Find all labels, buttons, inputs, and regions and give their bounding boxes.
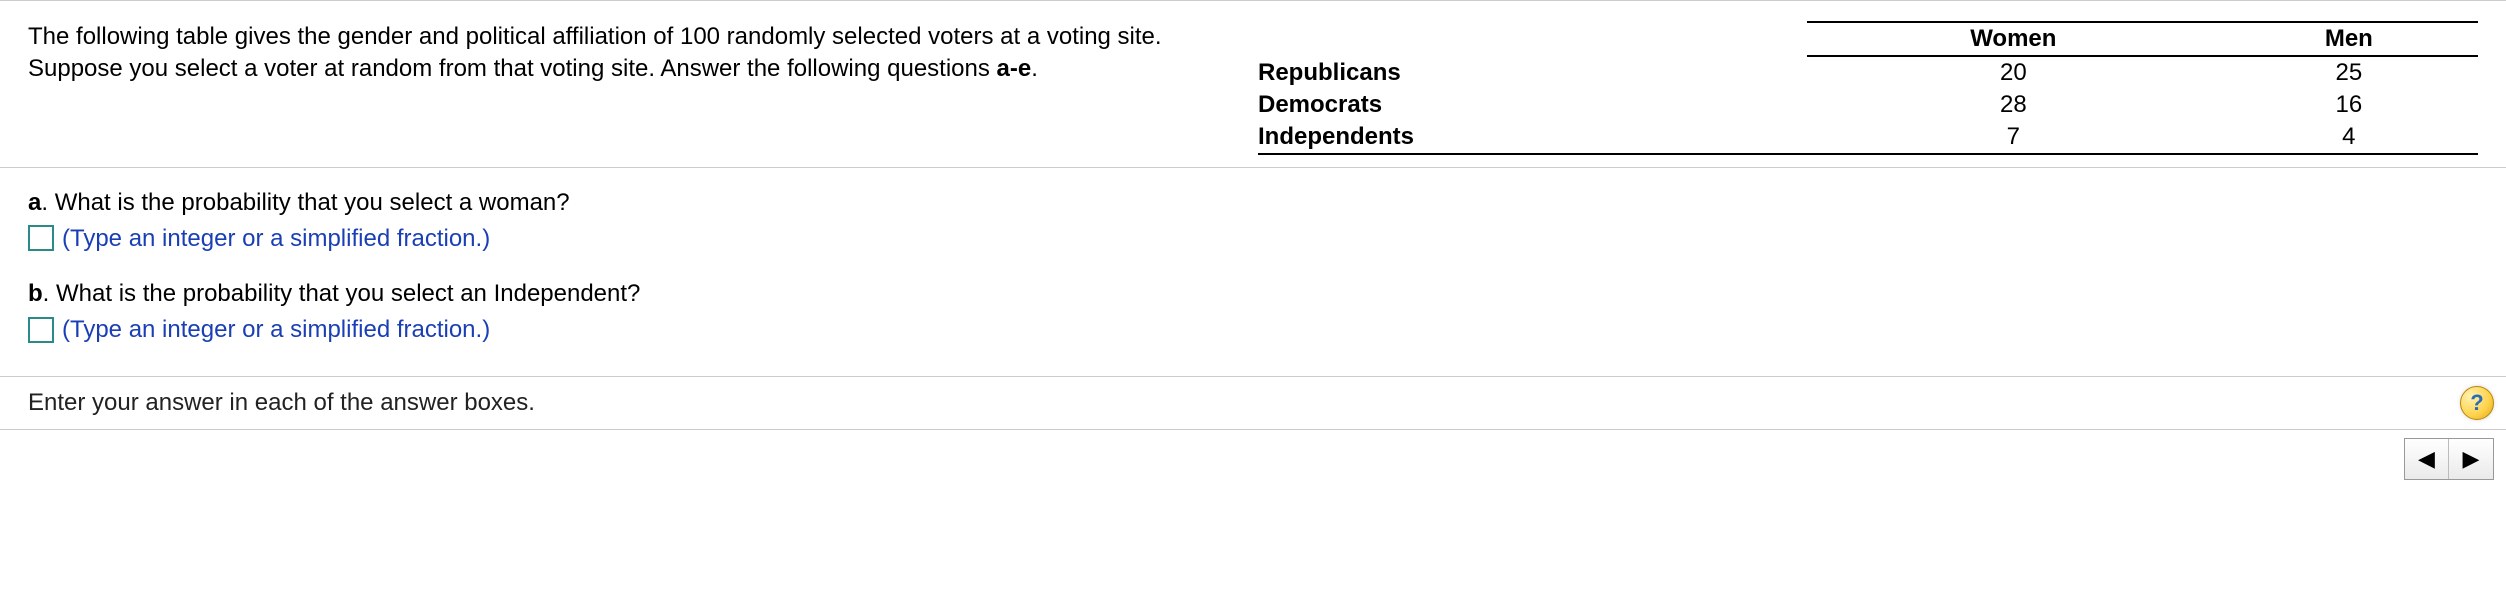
party-label: Republicans (1258, 56, 1807, 89)
table-header-empty (1258, 22, 1807, 56)
table-row: Republicans 20 25 (1258, 56, 2478, 89)
footer-prompt: Enter your answer in each of the answer … (28, 389, 535, 416)
party-label: Democrats (1258, 89, 1807, 121)
answer-input-a[interactable] (28, 225, 54, 251)
question-text: . What is the probability that you selec… (43, 280, 641, 307)
chevron-left-icon: ◀ (2418, 446, 2435, 472)
cell-value: 4 (2220, 121, 2478, 154)
problem-intro-bold: a-e (997, 55, 1032, 82)
table-row: Democrats 28 16 (1258, 89, 2478, 121)
party-label: Independents (1258, 121, 1807, 154)
question-label: b (28, 280, 43, 307)
table-header-men: Men (2220, 22, 2478, 56)
question-b: b. What is the probability that you sele… (28, 277, 2478, 346)
footer-bar: Enter your answer in each of the answer … (0, 376, 2506, 430)
answer-hint: (Type an integer or a simplified fractio… (62, 222, 490, 256)
cell-value: 25 (2220, 56, 2478, 89)
help-icon: ? (2470, 390, 2483, 416)
cell-value: 28 (1807, 89, 2220, 121)
problem-statement-row: The following table gives the gender and… (0, 1, 2506, 168)
cell-value: 20 (1807, 56, 2220, 89)
chevron-right-icon: ▶ (2463, 446, 2480, 472)
nav-row: ◀ ▶ (0, 430, 2506, 480)
problem-text: The following table gives the gender and… (28, 21, 1258, 155)
data-table-container: Women Men Republicans 20 25 Democrats 28… (1258, 21, 2478, 155)
cell-value: 7 (1807, 121, 2220, 154)
nav-box: ◀ ▶ (2404, 438, 2494, 480)
next-button[interactable]: ▶ (2449, 439, 2493, 479)
help-button[interactable]: ? (2460, 386, 2494, 420)
cell-value: 16 (2220, 89, 2478, 121)
question-text: . What is the probability that you selec… (41, 189, 569, 216)
data-table: Women Men Republicans 20 25 Democrats 28… (1258, 21, 2478, 155)
prev-button[interactable]: ◀ (2405, 439, 2449, 479)
table-row: Independents 7 4 (1258, 121, 2478, 154)
question-label: a (28, 189, 41, 216)
answer-hint: (Type an integer or a simplified fractio… (62, 313, 490, 347)
problem-intro-suffix: . (1031, 55, 1038, 82)
questions-area: a. What is the probability that you sele… (0, 168, 2506, 376)
answer-input-b[interactable] (28, 317, 54, 343)
problem-intro-prefix: The following table gives the gender and… (28, 23, 1162, 82)
table-header-women: Women (1807, 22, 2220, 56)
question-a: a. What is the probability that you sele… (28, 186, 2478, 255)
